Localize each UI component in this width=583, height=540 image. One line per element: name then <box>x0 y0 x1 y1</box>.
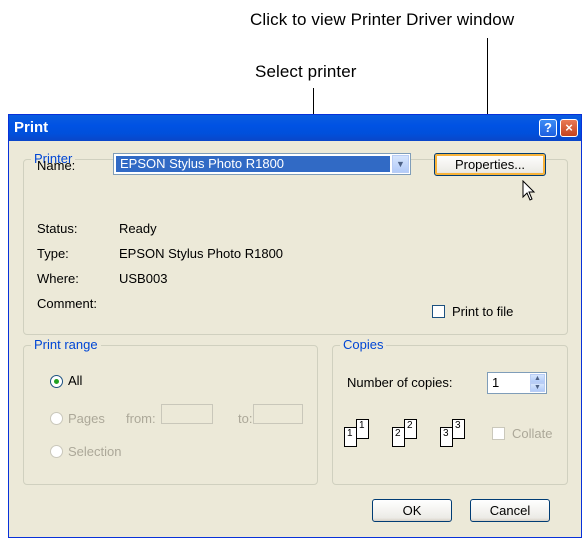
copies-group: Copies <box>332 337 568 485</box>
radio-selected-dot <box>54 379 59 384</box>
ok-button[interactable]: OK <box>372 499 452 522</box>
chevron-down-icon[interactable]: ▼ <box>392 155 409 173</box>
copies-legend: Copies <box>340 337 387 353</box>
collate-label: Collate <box>512 426 553 441</box>
number-of-copies-label: Number of copies: <box>347 375 453 390</box>
all-radio[interactable] <box>50 375 63 388</box>
selection-radio[interactable] <box>50 445 63 458</box>
printer-name-select[interactable]: EPSON Stylus Photo R1800 ▼ <box>113 153 411 175</box>
spin-down-icon[interactable]: ▼ <box>530 383 545 392</box>
status-value: Ready <box>119 221 157 236</box>
pages-radio[interactable] <box>50 412 63 425</box>
status-label: Status: <box>37 221 78 236</box>
mouse-cursor-icon <box>522 180 536 201</box>
print-to-file-checkbox[interactable] <box>432 305 445 318</box>
printer-name-value: EPSON Stylus Photo R1800 <box>116 156 390 172</box>
print-dialog: Print ? × Printer Name: EPSON Stylus Pho… <box>8 114 582 538</box>
title-bar: Print ? × <box>9 115 581 141</box>
copies-value: 1 <box>492 375 500 390</box>
pages-label: Pages <box>68 411 105 426</box>
collate-checkbox[interactable] <box>492 427 505 440</box>
collate-page: 3 <box>452 419 465 439</box>
all-label: All <box>68 373 83 388</box>
cancel-button[interactable]: Cancel <box>470 499 550 522</box>
collate-page: 1 <box>356 419 369 439</box>
where-value: USB003 <box>119 271 168 286</box>
select-printer-callout: Select printer <box>255 62 357 81</box>
close-button[interactable]: × <box>560 119 578 137</box>
from-field[interactable] <box>161 404 213 424</box>
copies-spinner[interactable]: 1 ▲ ▼ <box>487 372 547 394</box>
print-range-legend: Print range <box>31 337 101 353</box>
collate-page: 2 <box>404 419 417 439</box>
from-label: from: <box>126 411 156 426</box>
comment-label: Comment: <box>37 296 97 311</box>
name-label: Name: <box>37 158 76 173</box>
where-label: Where: <box>37 271 79 286</box>
type-label: Type: <box>37 246 69 261</box>
print-to-file-label: Print to file <box>452 304 514 319</box>
properties-button[interactable]: Properties... <box>434 153 546 176</box>
to-label: to: <box>238 411 253 426</box>
help-button[interactable]: ? <box>539 119 557 137</box>
spin-up-icon[interactable]: ▲ <box>530 374 545 383</box>
to-field[interactable] <box>253 404 303 424</box>
driver-window-callout: Click to view Printer Driver window <box>250 10 515 29</box>
type-value: EPSON Stylus Photo R1800 <box>119 246 284 261</box>
dialog-title: Print <box>14 119 49 136</box>
selection-label: Selection <box>68 444 122 459</box>
